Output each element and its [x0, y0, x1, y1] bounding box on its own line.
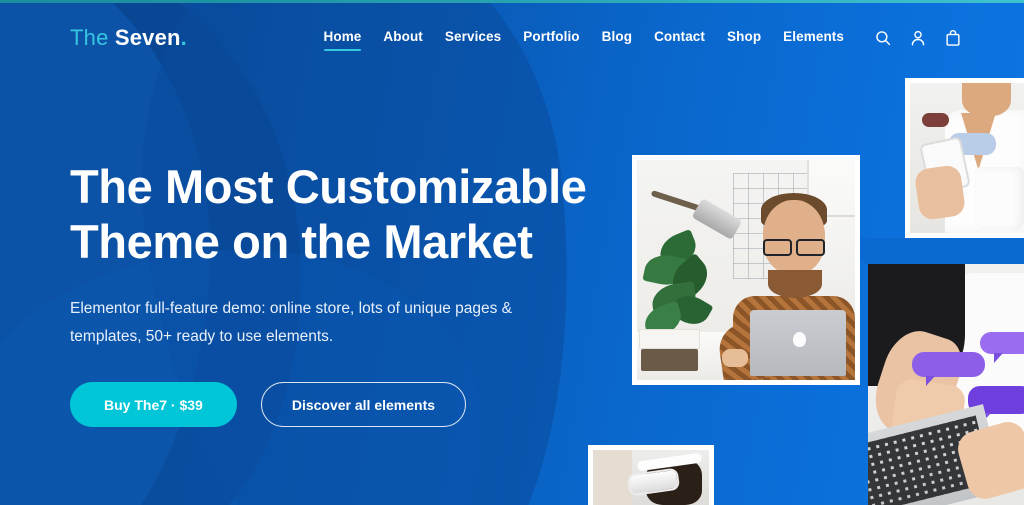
- hero-headline-line-1: The Most Customizable: [70, 160, 587, 213]
- site-header: The Seven. Home About Services Portfolio…: [0, 3, 1024, 73]
- nav-item-services[interactable]: Services: [434, 25, 512, 52]
- user-account-icon[interactable]: [908, 29, 927, 48]
- hero-section: The Seven. Home About Services Portfolio…: [0, 0, 1024, 505]
- shopping-bag-icon[interactable]: [943, 29, 962, 48]
- logo-word-seven: Seven: [114, 25, 181, 50]
- nav-item-elements[interactable]: Elements: [772, 25, 855, 52]
- search-icon[interactable]: [873, 29, 892, 48]
- hero-subtitle: Elementor full-feature demo: online stor…: [70, 300, 513, 345]
- nav-item-about[interactable]: About: [372, 25, 433, 52]
- top-accent-strip: [0, 0, 1024, 3]
- hero-headline-line-2: Theme on the Market: [70, 214, 533, 268]
- logo-dot: .: [180, 25, 187, 50]
- nav-item-blog[interactable]: Blog: [591, 25, 643, 52]
- buy-theme-button[interactable]: Buy The7 · $39: [70, 382, 237, 428]
- photo-woman-with-phone-and-mug: [905, 78, 1024, 238]
- nav-item-shop[interactable]: Shop: [716, 25, 772, 52]
- photo-hands-typing-on-laptop: [868, 258, 1024, 505]
- discover-elements-button[interactable]: Discover all elements: [260, 382, 467, 428]
- logo-word-the: The: [70, 25, 109, 50]
- photo-man-at-desk-with-laptop: [632, 155, 860, 385]
- nav-item-contact[interactable]: Contact: [643, 25, 716, 52]
- hero-button-row: Buy The7 · $39 Discover all elements: [70, 382, 600, 428]
- photo-person-wearing-vr-headset: [588, 445, 714, 505]
- header-icon-group: [873, 29, 962, 48]
- nav-item-home[interactable]: Home: [313, 25, 373, 52]
- hero-content: The Most Customizable Theme on the Marke…: [70, 160, 600, 428]
- site-logo[interactable]: The Seven.: [70, 27, 187, 49]
- main-navigation: Home About Services Portfolio Blog Conta…: [313, 25, 1024, 52]
- hero-headline: The Most Customizable Theme on the Marke…: [70, 160, 600, 269]
- collage-blue-wedge-left: [860, 238, 910, 260]
- nav-item-portfolio[interactable]: Portfolio: [512, 25, 590, 52]
